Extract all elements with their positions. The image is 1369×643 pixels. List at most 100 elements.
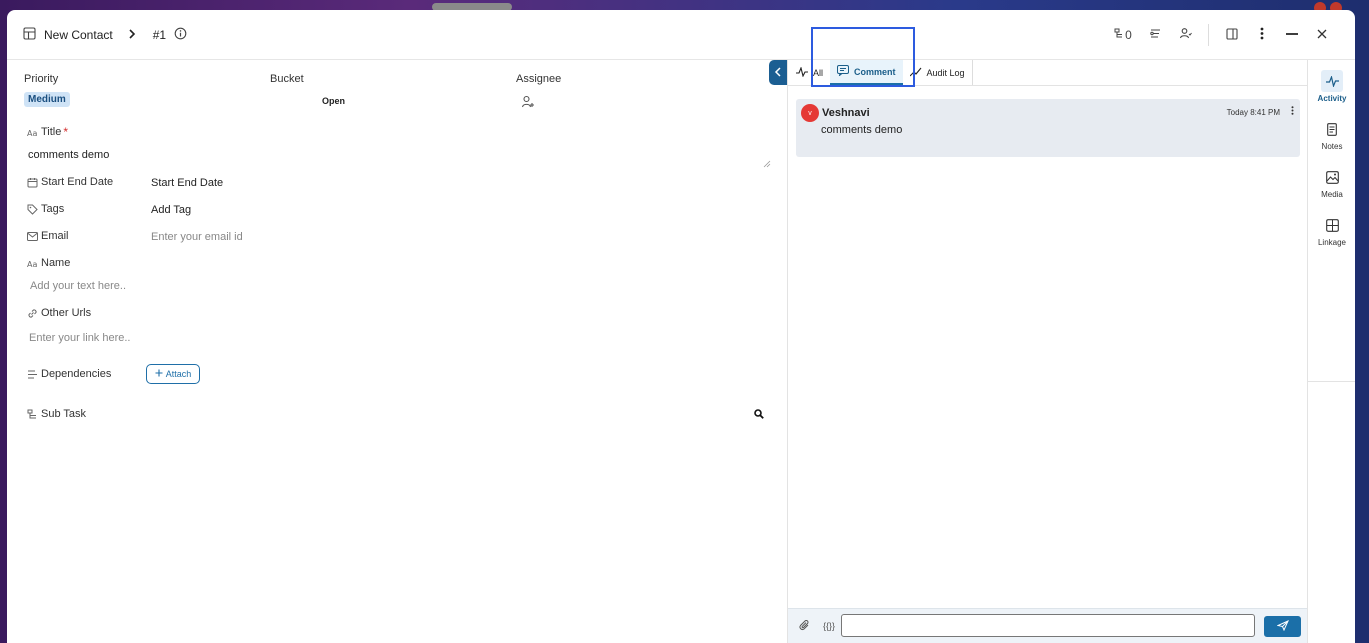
kebab-menu-icon (1260, 27, 1264, 43)
workflow-button[interactable] (1140, 20, 1170, 50)
tag-icon (26, 203, 38, 215)
comment-composer: {{}} (788, 608, 1308, 643)
priority-badge[interactable]: Medium (24, 92, 70, 107)
text-type-icon: Aa (26, 257, 38, 269)
plus-icon (155, 369, 163, 379)
urls-input[interactable]: Enter your link here.. (29, 332, 131, 344)
more-options-button[interactable] (1247, 20, 1277, 50)
urls-label: Other Urls (41, 307, 92, 319)
rail-item-linkage[interactable]: Linkage (1308, 214, 1355, 247)
info-icon[interactable] (174, 27, 187, 43)
subtask-count: 0 (1125, 28, 1132, 42)
page-title: New Contact (44, 27, 113, 42)
chevron-right-icon (127, 28, 137, 42)
activity-tabs: All Comment Audit Log (788, 60, 1308, 86)
date-picker[interactable]: Start End Date (151, 177, 223, 189)
subtask-count-button[interactable]: 0 (1106, 20, 1140, 50)
email-field: Email (26, 230, 69, 242)
search-icon[interactable] (754, 408, 764, 422)
record-id: #1 (152, 27, 167, 42)
side-rail: Activity Notes Media Linkage (1307, 60, 1355, 643)
send-button[interactable] (1264, 616, 1301, 637)
bucket-field: Bucket Open (270, 73, 345, 106)
comment-icon (837, 65, 850, 78)
paperclip-icon[interactable] (799, 619, 811, 635)
tab-comment[interactable]: Comment (830, 60, 903, 85)
rail-divider (1308, 381, 1355, 382)
add-tag-button[interactable]: Add Tag (151, 204, 191, 216)
comment-input[interactable] (841, 614, 1255, 637)
modal-header: New Contact #1 0 (7, 10, 1355, 60)
bucket-value[interactable]: Open (322, 96, 345, 106)
tab-all[interactable]: All (788, 60, 830, 85)
workflow-icon (1149, 27, 1162, 43)
title-field: Aa Title * (26, 125, 69, 139)
dependencies-label: Dependencies (41, 368, 112, 380)
attach-button[interactable]: Attach (146, 364, 200, 384)
assignee-label: Assignee (516, 73, 562, 85)
link-icon (26, 307, 38, 319)
rail-label-linkage: Linkage (1317, 238, 1347, 247)
comment-author: Veshnavi (822, 107, 870, 119)
insert-variable-button[interactable]: {{}} (823, 621, 835, 631)
subtask-label: Sub Task (41, 408, 87, 420)
name-input[interactable]: Add your text here.. (30, 280, 126, 292)
tags-field: Tags (26, 203, 64, 215)
split-view-icon (1226, 27, 1238, 43)
comment-menu-button[interactable] (1291, 106, 1294, 118)
title-input[interactable]: comments demo (28, 149, 109, 161)
close-button[interactable] (1307, 20, 1337, 50)
minimize-button[interactable] (1277, 20, 1307, 50)
rail-label-media: Media (1321, 190, 1343, 199)
add-assignee-icon[interactable] (521, 95, 535, 112)
minimize-icon (1286, 28, 1298, 43)
title-label: Title (41, 126, 62, 138)
hierarchy-icon (1114, 28, 1125, 42)
subtask-icon (26, 408, 38, 420)
email-label: Email (41, 230, 69, 242)
rail-item-media[interactable]: Media (1308, 166, 1355, 199)
assignee-field: Assignee (516, 73, 562, 108)
email-input[interactable]: Enter your email id (151, 231, 243, 243)
priority-field: Priority Medium (24, 73, 70, 107)
send-icon (1275, 619, 1289, 634)
urls-field: Other Urls (26, 307, 91, 319)
dependencies-field: Dependencies (26, 368, 111, 380)
split-view-button[interactable] (1217, 20, 1247, 50)
trend-icon (909, 67, 922, 79)
tags-label: Tags (41, 203, 65, 215)
notes-icon (1321, 118, 1343, 140)
dependencies-icon (26, 368, 38, 380)
name-label: Name (41, 257, 71, 269)
subtask-field: Sub Task (26, 408, 86, 420)
calendar-icon (26, 176, 38, 188)
header-divider (1208, 24, 1209, 46)
kebab-menu-icon (1291, 106, 1294, 118)
record-modal: New Contact #1 0 Priority Medium Bucket … (7, 10, 1355, 643)
comment-timestamp: Today 8:41 PM (1226, 108, 1280, 117)
rail-item-notes[interactable]: Notes (1308, 118, 1355, 151)
svg-text:Aa: Aa (27, 129, 37, 137)
rail-label-activity: Activity (1317, 94, 1347, 103)
tab-all-label: All (813, 67, 824, 78)
rail-item-activity[interactable]: Activity (1308, 70, 1355, 103)
comment-item: v Veshnavi Today 8:41 PM comments demo (796, 99, 1300, 157)
svg-text:Aa: Aa (27, 260, 37, 268)
resize-handle-icon[interactable] (763, 157, 771, 168)
collapse-panel-button[interactable] (769, 60, 787, 85)
tab-audit-log[interactable]: Audit Log (903, 60, 973, 85)
tab-audit-log-label: Audit Log (926, 67, 965, 78)
close-icon (1317, 28, 1327, 42)
date-field: Start End Date (26, 176, 113, 188)
image-icon (1321, 166, 1343, 188)
name-field: Aa Name (26, 257, 71, 269)
activity-icon (1321, 70, 1343, 92)
assign-user-button[interactable] (1170, 20, 1200, 50)
date-label: Start End Date (41, 176, 114, 188)
bucket-label: Bucket (270, 73, 304, 85)
avatar: v (801, 104, 819, 122)
linkage-icon (1321, 214, 1343, 236)
activity-panel: All Comment Audit Log v Veshnavi Today 8… (787, 60, 1308, 643)
priority-label: Priority (24, 73, 59, 85)
user-icon (1179, 27, 1192, 43)
